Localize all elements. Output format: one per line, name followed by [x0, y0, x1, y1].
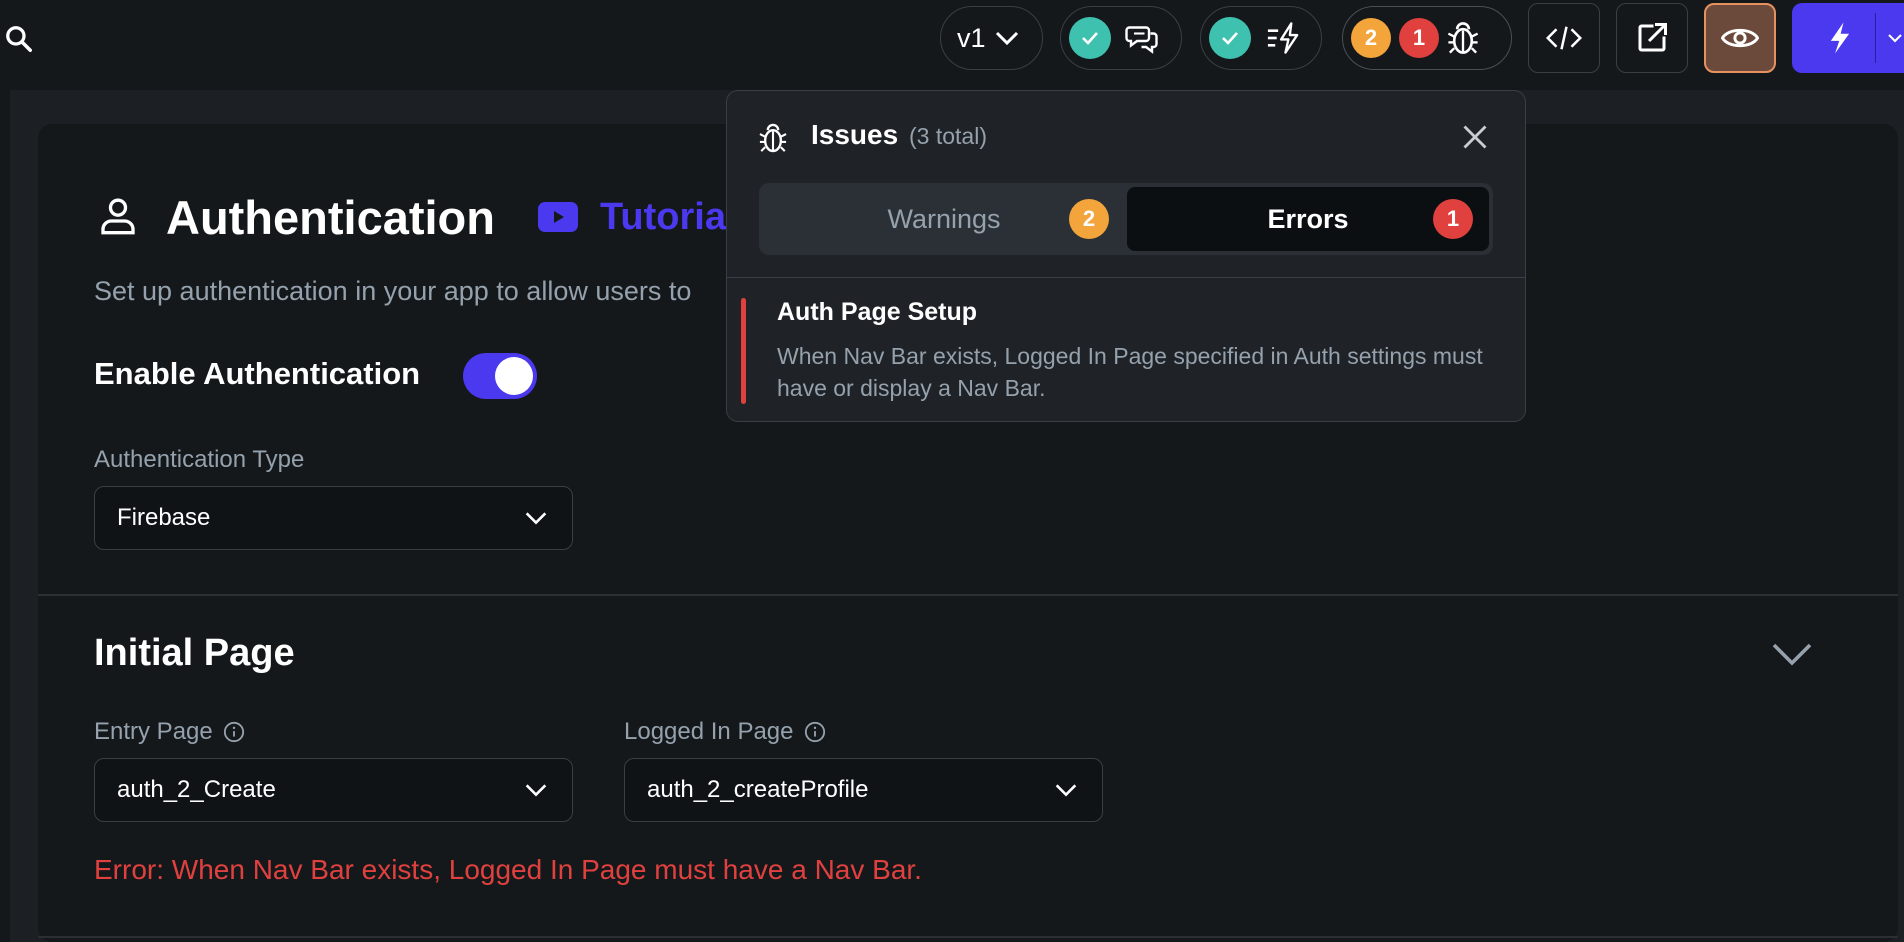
issue-description: When Nav Bar exists, Logged In Page spec…: [777, 343, 1483, 401]
page-title: Authentication: [166, 191, 495, 244]
section-divider: [38, 594, 1898, 596]
person-icon: [101, 198, 135, 235]
entry-page-value: auth_2_Create: [117, 776, 276, 803]
authentication-type-label: Authentication Type: [94, 446, 304, 474]
left-sidebar-edge: [0, 90, 10, 942]
check-icon: [1209, 17, 1251, 59]
tutorial-link[interactable]: Tutoria: [600, 196, 726, 239]
version-selector[interactable]: v1: [940, 6, 1043, 70]
logged-in-page-label: Logged In Page: [624, 718, 826, 746]
issues-title: Issues: [811, 119, 899, 150]
authentication-type-select[interactable]: Firebase: [94, 486, 573, 550]
warnings-count-badge: 2: [1351, 18, 1391, 58]
toggle-knob: [495, 357, 533, 395]
search-icon: [6, 26, 32, 52]
issue-item[interactable]: Auth Page Setup When Nav Bar exists, Log…: [727, 277, 1525, 421]
tab-warnings[interactable]: Warnings 2: [763, 187, 1125, 251]
external-link-icon: [1638, 23, 1667, 52]
youtube-icon: [538, 202, 578, 232]
issues-tabs: Warnings 2 Errors 1: [759, 183, 1493, 255]
enable-authentication-label: Enable Authentication: [94, 356, 421, 391]
chevron-down-icon: [525, 512, 547, 525]
errors-count-badge: 1: [1399, 18, 1439, 58]
comments-status-button[interactable]: [1060, 6, 1182, 70]
open-external-button[interactable]: [1616, 3, 1688, 73]
nav-bar-error-message: Error: When Nav Bar exists, Logged In Pa…: [94, 854, 922, 885]
version-label: v1: [957, 22, 986, 53]
chevron-down-icon: [1055, 784, 1077, 797]
view-code-button[interactable]: [1528, 3, 1600, 73]
bug-icon: [1447, 22, 1479, 54]
chevron-down-icon: [995, 31, 1018, 46]
logged-in-page-value: auth_2_createProfile: [647, 776, 869, 803]
entry-page-label: Entry Page: [94, 718, 245, 746]
error-indicator-bar: [741, 298, 746, 404]
issues-button[interactable]: 2 1: [1342, 6, 1512, 70]
warnings-count-badge: 2: [1069, 199, 1109, 239]
issues-total-count: (3 total): [909, 123, 987, 149]
close-issues-button[interactable]: [1455, 117, 1495, 157]
run-button-divider: [1874, 13, 1876, 63]
lightning-lines-icon: [1267, 22, 1299, 54]
section-divider: [38, 936, 1898, 938]
bug-icon: [759, 123, 787, 153]
tab-warnings-label: Warnings: [887, 203, 1001, 234]
enable-authentication-toggle[interactable]: [463, 353, 537, 399]
run-button[interactable]: [1792, 3, 1904, 73]
entry-page-select[interactable]: auth_2_Create: [94, 758, 573, 822]
issues-popover: Issues (3 total) Warnings 2 Errors 1 Aut…: [726, 90, 1526, 422]
chat-bubbles-icon: [1125, 26, 1158, 54]
issue-title: Auth Page Setup: [777, 298, 978, 326]
logged-in-page-select[interactable]: auth_2_createProfile: [624, 758, 1103, 822]
chevron-down-icon[interactable]: [1770, 636, 1814, 672]
lightning-icon: [1830, 22, 1850, 54]
top-bar: v1 2 1: [0, 0, 1904, 90]
close-icon: [1463, 125, 1487, 149]
tab-errors-label: Errors: [1267, 203, 1349, 234]
search-button[interactable]: [0, 18, 38, 60]
tab-errors[interactable]: Errors 1: [1127, 187, 1489, 251]
eye-icon: [1721, 28, 1759, 48]
authentication-type-label-text: Authentication Type: [94, 446, 305, 473]
errors-count-badge: 1: [1433, 199, 1473, 239]
page-subtitle: Set up authentication in your app to all…: [94, 276, 692, 306]
entry-page-label-text: Entry Page: [94, 718, 213, 745]
info-icon[interactable]: [223, 721, 245, 743]
check-icon: [1069, 17, 1111, 59]
chevron-down-icon: [525, 784, 547, 797]
authentication-type-value: Firebase: [117, 504, 211, 531]
info-icon[interactable]: [804, 721, 826, 743]
code-icon: [1545, 26, 1583, 50]
initial-page-title: Initial Page: [94, 632, 295, 674]
actions-status-button[interactable]: [1200, 6, 1322, 70]
preview-button[interactable]: [1704, 3, 1776, 73]
chevron-down-icon[interactable]: [1886, 26, 1904, 50]
logged-in-page-label-text: Logged In Page: [624, 718, 794, 745]
